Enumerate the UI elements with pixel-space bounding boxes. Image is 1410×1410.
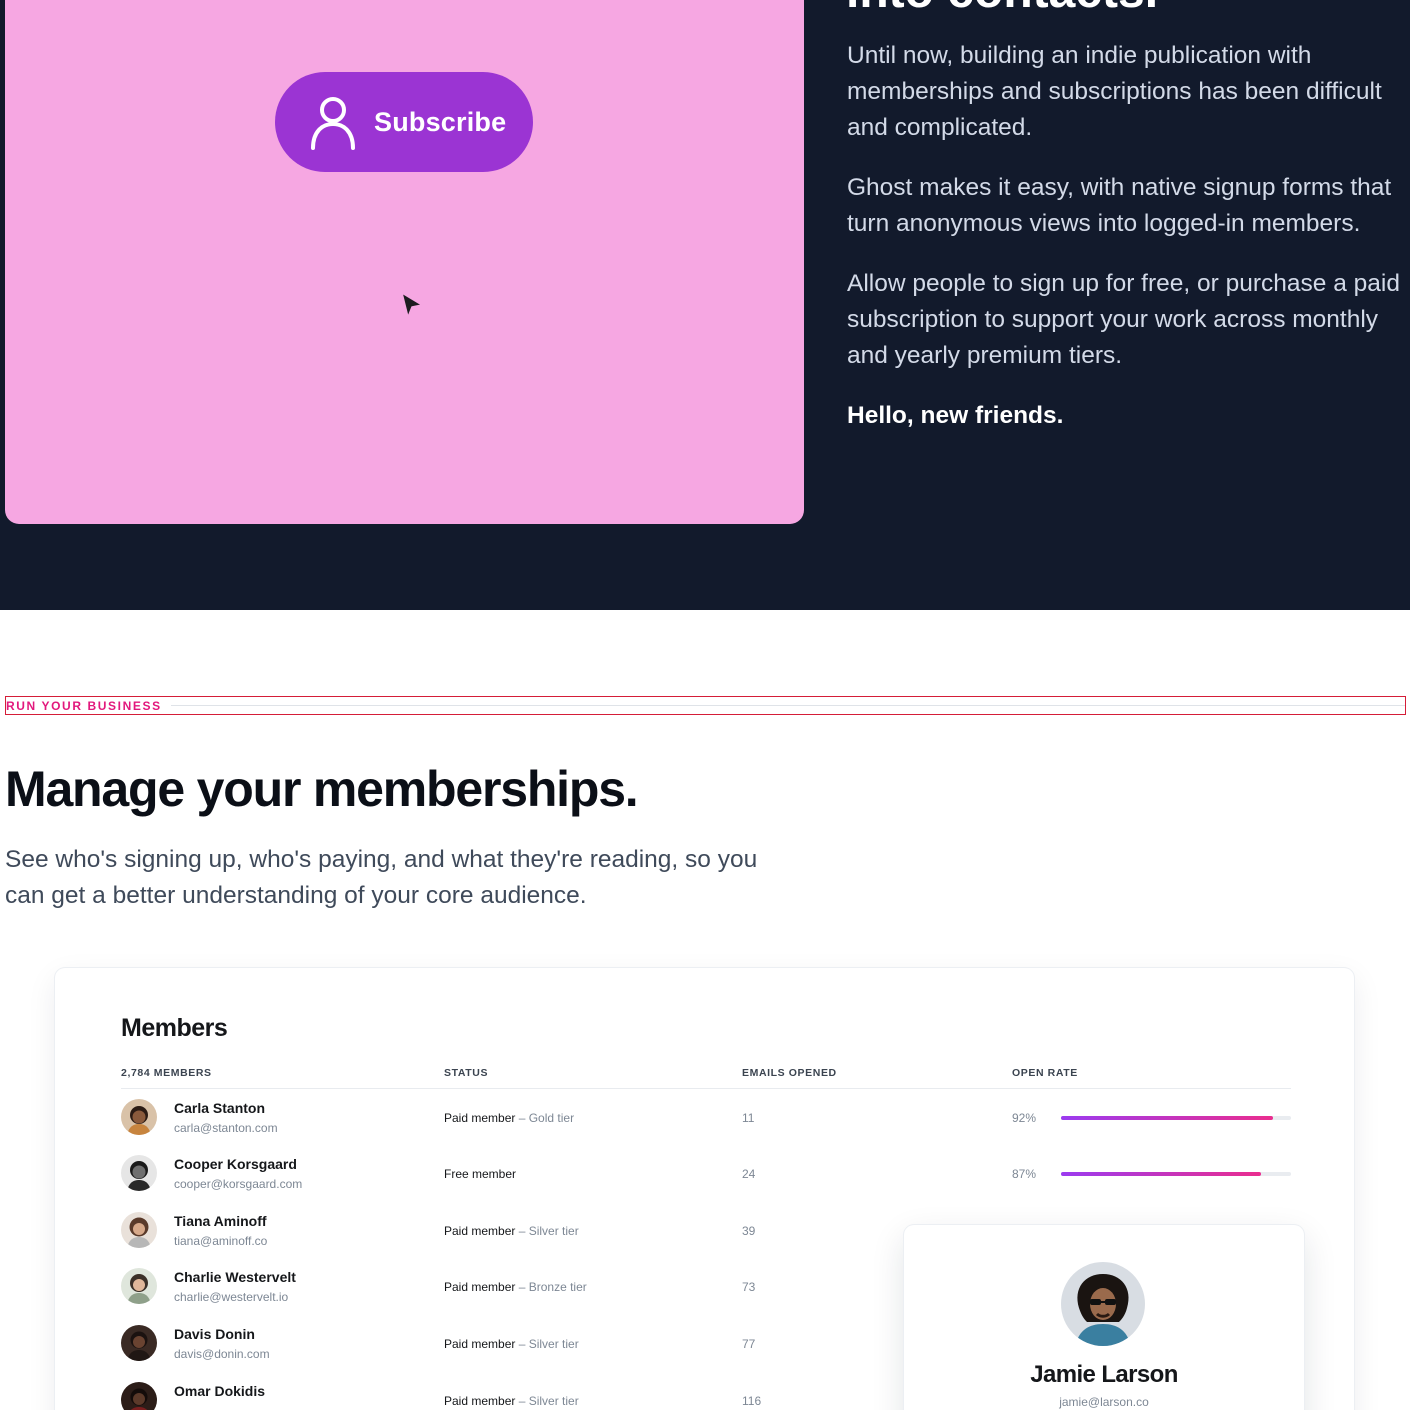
avatar bbox=[121, 1325, 157, 1361]
open-rate-bar bbox=[1061, 1172, 1291, 1176]
member-status: Paid member – Silver tier bbox=[444, 1394, 579, 1408]
column-header-status[interactable]: STATUS bbox=[444, 1067, 488, 1079]
column-header-emails-opened[interactable]: EMAILS OPENED bbox=[742, 1067, 837, 1079]
member-name: Charlie Westervelt bbox=[174, 1269, 296, 1285]
member-name: Davis Donin bbox=[174, 1326, 255, 1342]
emails-opened: 73 bbox=[742, 1280, 756, 1294]
member-email: tiana@aminoff.co bbox=[174, 1234, 268, 1248]
avatar bbox=[121, 1155, 157, 1191]
member-status: Paid member – Gold tier bbox=[444, 1111, 575, 1125]
emails-opened: 116 bbox=[742, 1394, 762, 1408]
member-status: Paid member – Bronze tier bbox=[444, 1280, 587, 1294]
member-name: Omar Dokidis bbox=[174, 1383, 266, 1399]
emails-opened: 11 bbox=[742, 1111, 755, 1125]
avatar bbox=[121, 1382, 157, 1410]
emails-opened: 24 bbox=[742, 1167, 756, 1181]
member-profile-card[interactable]: Jamie Larson jamie@larson.co bbox=[904, 1225, 1304, 1410]
section-lead: See who's signing up, who's paying, and … bbox=[5, 846, 758, 909]
emails-opened: 39 bbox=[742, 1224, 756, 1238]
member-email: davis@donin.com bbox=[174, 1347, 270, 1361]
subscribe-button[interactable]: Subscribe bbox=[275, 72, 533, 172]
emails-opened: 77 bbox=[742, 1337, 756, 1351]
section-eyebrow: RUN YOUR BUSINESS bbox=[6, 699, 162, 713]
members-table-header: 2,784 MEMBERS STATUS EMAILS OPENED OPEN … bbox=[121, 1067, 1291, 1089]
member-tier: – Gold tier bbox=[515, 1111, 575, 1125]
member-tier: – Silver tier bbox=[515, 1224, 579, 1238]
member-status: Paid member – Silver tier bbox=[444, 1224, 579, 1238]
column-header-members[interactable]: 2,784 MEMBERS bbox=[121, 1067, 212, 1079]
member-name: Carla Stanton bbox=[174, 1100, 266, 1116]
profile-email: jamie@larson.co bbox=[1059, 1395, 1149, 1409]
user-icon bbox=[311, 97, 355, 150]
profile-name: Jamie Larson bbox=[1030, 1361, 1178, 1388]
member-email: carla@stanton.com bbox=[174, 1121, 278, 1135]
feature-paragraph: Ghost makes it easy, with native signup … bbox=[847, 174, 1392, 237]
open-rate-value: 92% bbox=[1012, 1111, 1037, 1125]
feature-paragraph: Until now, building an indie publication… bbox=[847, 42, 1382, 141]
signup-demo-card: Subscribe bbox=[5, 0, 804, 524]
member-email: charlie@westervelt.io bbox=[174, 1290, 289, 1304]
avatar bbox=[121, 1212, 157, 1248]
signup-feature-section: Subscribe into contacts. Until now, buil… bbox=[0, 0, 1410, 610]
section-title: Manage your memberships. bbox=[5, 761, 639, 817]
member-name: Tiana Aminoff bbox=[174, 1213, 267, 1229]
open-rate-bar-fill bbox=[1061, 1116, 1273, 1120]
member-name: Cooper Korsgaard bbox=[174, 1156, 297, 1172]
feature-heading: into contacts. bbox=[846, 0, 1158, 19]
table-row[interactable]: Carla Stanton carla@stanton.com Paid mem… bbox=[121, 1099, 1291, 1155]
subscribe-button-label: Subscribe bbox=[374, 106, 507, 137]
feature-copy: Until now, building an indie publication… bbox=[847, 38, 1402, 458]
cursor-arrow-icon bbox=[401, 292, 423, 318]
member-status: Free member bbox=[444, 1167, 517, 1181]
members-title: Members bbox=[121, 1014, 228, 1042]
open-rate-bar-fill bbox=[1061, 1172, 1262, 1176]
member-tier: – Silver tier bbox=[515, 1337, 579, 1351]
profile-avatar bbox=[1061, 1262, 1145, 1346]
section-eyebrow-row: RUN YOUR BUSINESS bbox=[5, 696, 1406, 715]
member-tier: – Silver tier bbox=[515, 1394, 579, 1408]
eyebrow-divider bbox=[171, 705, 1405, 706]
member-email: cooper@korsgaard.com bbox=[174, 1177, 303, 1191]
table-row[interactable]: Cooper Korsgaard cooper@korsgaard.com Fr… bbox=[121, 1155, 1291, 1211]
avatar bbox=[121, 1099, 157, 1135]
feature-paragraph: Allow people to sign up for free, or pur… bbox=[847, 270, 1400, 369]
avatar bbox=[121, 1268, 157, 1304]
open-rate-bar bbox=[1061, 1116, 1291, 1120]
member-status: Paid member – Silver tier bbox=[444, 1337, 579, 1351]
column-header-open-rate[interactable]: OPEN RATE bbox=[1012, 1067, 1078, 1079]
feature-closing: Hello, new friends. bbox=[847, 402, 1064, 429]
open-rate-value: 87% bbox=[1012, 1167, 1037, 1181]
member-tier: – Bronze tier bbox=[515, 1280, 587, 1294]
